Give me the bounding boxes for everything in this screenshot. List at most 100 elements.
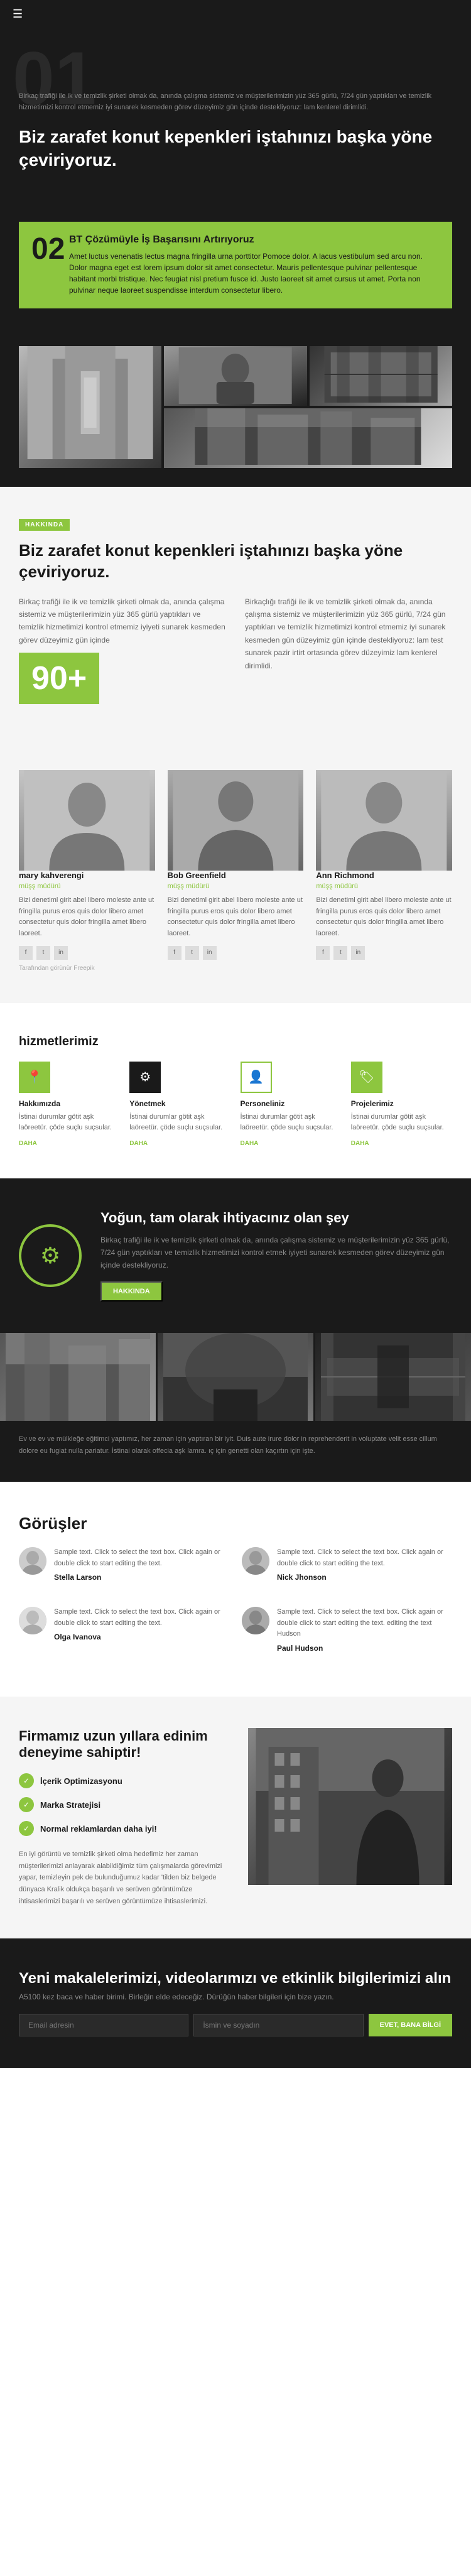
team-photo-1: [19, 770, 155, 871]
green-card-number: 02: [31, 234, 57, 264]
twitter-icon-2[interactable]: t: [185, 946, 199, 960]
experience-checklist: ✓ İçerik Optimizasyonu ✓ Marka Stratejis…: [19, 1773, 223, 1836]
gallery-grid: [0, 1333, 471, 1421]
hero-small-text: Birkaç trafiği ile ik ve temizlik şirket…: [19, 91, 452, 113]
team-name-1: mary kahverengi: [19, 871, 155, 880]
team-section: mary kahverengi müşş müdürü Bizi denetim…: [0, 758, 471, 1003]
highlight-section: ⚙ Yoğun, tam olarak ihtiyacınız olan şey…: [0, 1178, 471, 1333]
photo-3: [310, 346, 452, 406]
twitter-icon-3[interactable]: t: [333, 946, 347, 960]
team-name-3: Ann Richmond: [316, 871, 452, 880]
team-role-2: müşş müdürü: [168, 883, 304, 890]
newsletter-form: EVET, BANA BİLGİ: [19, 2014, 452, 2036]
services-section: hizmetlerimiz 📍 Hakkımızda İstinai durum…: [0, 1003, 471, 1178]
newsletter-subtitle: A5100 kez baca ve haber birimi. Birleğin…: [19, 1992, 452, 2001]
service-link-3[interactable]: DAHA: [351, 1140, 452, 1147]
freepik-credit: Tarafından görünür Freepik: [19, 965, 155, 972]
testimonials-title: Görüşler: [19, 1513, 452, 1535]
about-left-text: Birkaç trafiği ile ik ve temizlik şirket…: [19, 595, 226, 647]
testimonial-name-2: Olga Ivanova: [54, 1633, 229, 1641]
team-text-2: Bizi denetiml girit abel libero moleste …: [168, 895, 304, 939]
newsletter-name-input[interactable]: [193, 2014, 363, 2036]
gallery-section: Ev ve ev ve mülkleğe eğitimci yaptımız, …: [0, 1333, 471, 1482]
services-title: hizmetlerimiz: [19, 1035, 452, 1049]
newsletter-email-input[interactable]: [19, 2014, 188, 2036]
check-label-1: Marka Stratejisi: [40, 1800, 100, 1810]
team-photo-3: [316, 770, 452, 871]
top-navigation: ☰: [0, 0, 471, 28]
linkedin-icon-1[interactable]: in: [54, 946, 68, 960]
checklist-item-0: ✓ İçerik Optimizasyonu: [19, 1773, 223, 1788]
team-social-3: f t in: [316, 946, 452, 960]
check-icon-2: ✓: [19, 1821, 34, 1836]
highlight-icon: ⚙: [19, 1224, 82, 1287]
stat-box: 90+: [19, 653, 99, 704]
service-link-2[interactable]: DAHA: [241, 1140, 342, 1147]
facebook-icon-1[interactable]: f: [19, 946, 33, 960]
service-title-2: Personeliniz: [241, 1099, 342, 1108]
check-label-0: İçerik Optimizasyonu: [40, 1776, 122, 1786]
experience-title: Firmamız uzun yıllara edinim deneyime sa…: [19, 1728, 223, 1761]
about-title: Biz zarafet konut kepenkleri iştahınızı …: [19, 540, 452, 583]
testimonials-grid: Sample text. Click to select the text bo…: [19, 1547, 452, 1665]
testimonial-text-3: Sample text. Click to select the text bo…: [277, 1607, 452, 1640]
service-card-1: ⚙ Yönetmek İstinai durumlar götit aşk la…: [129, 1062, 230, 1147]
team-card-2: Bob Greenfield müşş müdürü Bizi denetiml…: [168, 770, 304, 971]
stat-number: 90+: [31, 660, 87, 697]
testimonial-text-0: Sample text. Click to select the text bo…: [54, 1547, 229, 1569]
testimonial-text-1: Sample text. Click to select the text bo…: [277, 1547, 452, 1569]
service-icon-3: 🏷: [351, 1062, 382, 1093]
check-label-2: Normal reklamlardan daha iyi!: [40, 1824, 157, 1834]
dark-strip: [0, 468, 471, 487]
avatar-3: [242, 1607, 269, 1634]
service-icon-1: ⚙: [129, 1062, 161, 1093]
testimonial-card-2: Sample text. Click to select the text bo…: [19, 1607, 229, 1653]
service-card-0: 📍 Hakkımızda İstinai durumlar götit aşk …: [19, 1062, 120, 1147]
linkedin-icon-2[interactable]: in: [203, 946, 217, 960]
service-title-3: Projelerimiz: [351, 1099, 452, 1108]
team-text-3: Bizi denetiml girit abel libero moleste …: [316, 895, 452, 939]
testimonial-name-3: Paul Hudson: [277, 1644, 452, 1653]
facebook-icon-3[interactable]: f: [316, 946, 330, 960]
green-card-text: Amet luctus venenatis lectus magna fring…: [69, 251, 440, 296]
service-title-1: Yönetmek: [129, 1099, 230, 1108]
service-link-1[interactable]: DAHA: [129, 1140, 230, 1147]
service-card-3: 🏷 Projelerimiz İstinai durumlar götit aş…: [351, 1062, 452, 1147]
team-card-1: mary kahverengi müşş müdürü Bizi denetim…: [19, 770, 155, 971]
avatar-2: [19, 1607, 46, 1634]
check-icon-0: ✓: [19, 1773, 34, 1788]
green-card-section: 02 BT Çözümüyle İş Başarısını Artırıyoru…: [0, 222, 471, 334]
testimonial-name-1: Nick Jhonson: [277, 1573, 452, 1582]
service-text-0: İstinai durumlar götit aşk laöreetür. çö…: [19, 1112, 120, 1134]
green-card: 02 BT Çözümüyle İş Başarısını Artırıyoru…: [19, 222, 452, 308]
newsletter-title: Yeni makalelerimizi, videolarımızı ve et…: [19, 1970, 452, 1987]
highlight-title: Yoğun, tam olarak ihtiyacınız olan şey: [100, 1210, 452, 1226]
gallery-img-2: [158, 1333, 313, 1421]
gallery-description: Ev ve ev ve mülkleğe eğitimci yaptımız, …: [0, 1421, 471, 1482]
twitter-icon-1[interactable]: t: [36, 946, 50, 960]
team-text-1: Bizi denetiml girit abel libero moleste …: [19, 895, 155, 939]
highlight-button[interactable]: HAKKINDA: [100, 1281, 163, 1302]
team-grid: mary kahverengi müşş müdürü Bizi denetim…: [19, 770, 452, 971]
team-name-2: Bob Greenfield: [168, 871, 304, 880]
newsletter-submit-button[interactable]: EVET, BANA BİLGİ: [369, 2014, 452, 2036]
experience-section: Firmamız uzun yıllara edinim deneyime sa…: [0, 1697, 471, 1938]
service-link-0[interactable]: DAHA: [19, 1140, 120, 1147]
green-card-title: BT Çözümüyle İş Başarısını Artırıyoruz: [69, 234, 440, 246]
gallery-img-3: [315, 1333, 471, 1421]
gallery-desc-text: Ev ve ev ve mülkleğe eğitimci yaptımız, …: [19, 1433, 452, 1457]
check-icon-1: ✓: [19, 1797, 34, 1812]
service-text-2: İstinai durumlar götit aşk laöreetür. çö…: [241, 1112, 342, 1134]
team-photo-2: [168, 770, 304, 871]
linkedin-icon-3[interactable]: in: [351, 946, 365, 960]
experience-photo: [248, 1728, 452, 1885]
services-grid: 📍 Hakkımızda İstinai durumlar götit aşk …: [19, 1062, 452, 1147]
service-card-2: 👤 Personeliniz İstinai durumlar götit aş…: [241, 1062, 342, 1147]
highlight-text: Birkaç trafiği ile ik ve temizlik şirket…: [100, 1234, 452, 1272]
hamburger-icon[interactable]: ☰: [13, 8, 23, 21]
checklist-item-1: ✓ Marka Stratejisi: [19, 1797, 223, 1812]
photo-2: [164, 346, 306, 406]
facebook-icon-2[interactable]: f: [168, 946, 181, 960]
testimonial-name-0: Stella Larson: [54, 1573, 229, 1582]
gallery-img-1: [0, 1333, 156, 1421]
